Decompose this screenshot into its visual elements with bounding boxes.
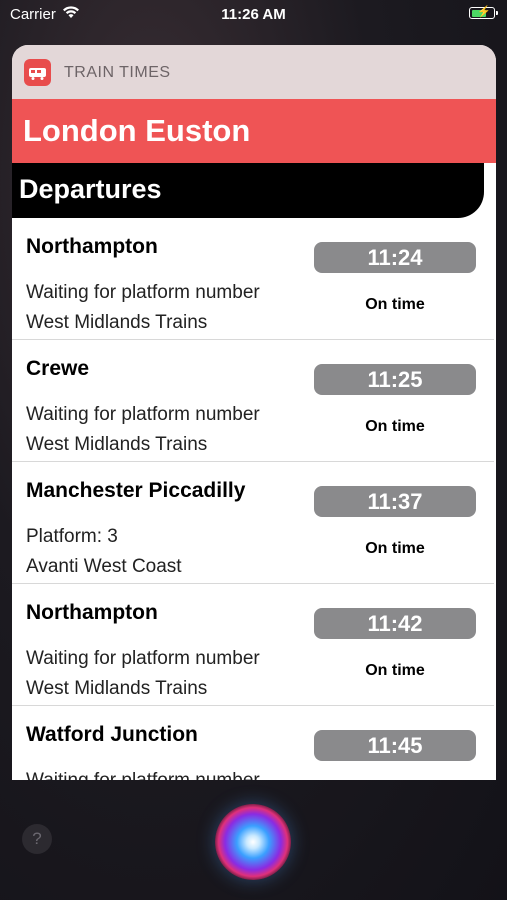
train-app-icon <box>24 59 51 86</box>
departure-time: 11:45 <box>314 730 476 761</box>
siri-orb-icon[interactable] <box>215 804 291 880</box>
status-time: 11:26 AM <box>221 6 286 23</box>
destination: Watford Junction <box>26 723 198 746</box>
destination: Northampton <box>26 601 158 624</box>
widget-header: TRAIN TIMES <box>12 45 496 99</box>
status-text: On time <box>365 418 425 435</box>
operator: West Midlands Trains <box>26 678 208 699</box>
departures-header: Departures <box>12 163 484 218</box>
operator: West Midlands Trains <box>26 312 208 333</box>
operator: West Midlands Trains <box>26 434 208 455</box>
platform-info: Waiting for platform number <box>26 648 260 669</box>
destination: Northampton <box>26 235 158 258</box>
departure-row[interactable]: Watford Junction Waiting for platform nu… <box>12 706 494 780</box>
status-text: On time <box>365 296 425 313</box>
departure-row[interactable]: Manchester Piccadilly Platform: 3 Avanti… <box>12 462 494 584</box>
station-title: London Euston <box>12 99 496 163</box>
platform-info: Waiting for platform number <box>26 770 260 780</box>
battery-icon: ⚡ <box>469 6 498 19</box>
app-name: TRAIN TIMES <box>64 64 171 81</box>
departure-time: 11:25 <box>314 364 476 395</box>
status-text: On time <box>365 540 425 557</box>
departure-row[interactable]: Northampton Waiting for platform number … <box>12 218 494 340</box>
departure-time: 11:37 <box>314 486 476 517</box>
train-icon <box>29 68 46 80</box>
departure-row[interactable]: Northampton Waiting for platform number … <box>12 584 494 706</box>
destination: Manchester Piccadilly <box>26 479 246 502</box>
destination: Crewe <box>26 357 90 380</box>
platform-info: Waiting for platform number <box>26 282 260 303</box>
charging-bolt-icon: ⚡ <box>477 6 491 18</box>
platform-info: Platform: 3 <box>26 526 118 547</box>
departure-row[interactable]: Crewe Waiting for platform number West M… <box>12 340 494 462</box>
status-bar: Carrier 11:26 AM ⚡ <box>0 0 507 30</box>
operator: Avanti West Coast <box>26 556 182 577</box>
status-text: On time <box>365 662 425 679</box>
departure-time: 11:42 <box>314 608 476 639</box>
train-times-widget[interactable]: TRAIN TIMES London Euston Departures Nor… <box>12 45 496 780</box>
help-button[interactable]: ? <box>22 824 52 854</box>
departure-time: 11:24 <box>314 242 476 273</box>
platform-info: Waiting for platform number <box>26 404 260 425</box>
